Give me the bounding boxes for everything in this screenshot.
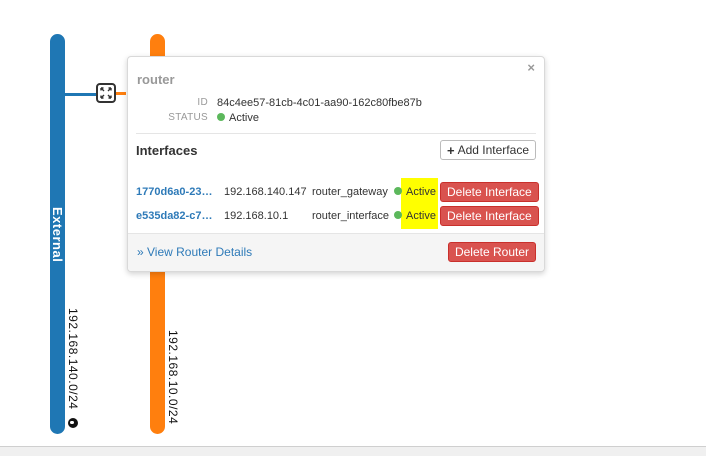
popup-footer: » View Router Details Delete Router <box>128 233 544 271</box>
interface-status-text: Active <box>406 210 436 222</box>
router-id-label: ID <box>197 97 208 108</box>
view-router-details-link[interactable]: » View Router Details <box>137 245 252 259</box>
router-link-external <box>65 93 98 96</box>
network-cidr-internal: 192.168.10.0/24 <box>166 330 180 425</box>
status-dot-icon <box>394 187 402 196</box>
status-dot-icon <box>217 113 225 122</box>
interface-type: router_gateway <box>312 186 388 198</box>
status-dot-icon <box>394 211 402 220</box>
router-icon <box>100 87 112 99</box>
interfaces-title: Interfaces <box>136 143 198 158</box>
network-topology-canvas: External 192.168.140.0/24 192.168.10.0/2… <box>0 0 706 456</box>
plus-icon: + <box>447 142 455 158</box>
interface-status-text: Active <box>406 186 436 198</box>
delete-interface-button[interactable]: Delete Interface <box>440 182 539 202</box>
interface-status: Active <box>394 210 436 222</box>
interface-row: 1770d6a0-23… 192.168.140.147 router_gate… <box>128 181 544 203</box>
divider <box>136 133 536 134</box>
network-name-external: External <box>50 207 65 263</box>
add-interface-label: Add Interface <box>457 143 529 157</box>
router-id-value: 84c4ee57-81cb-4c01-aa90-162c80fbe87b <box>217 97 422 109</box>
router-link-internal <box>116 92 126 95</box>
router-node[interactable] <box>96 83 116 103</box>
router-status-value: Active <box>217 112 259 124</box>
interface-ip: 192.168.140.147 <box>224 186 307 198</box>
interface-row: e535da82-c7… 192.168.10.1 router_interfa… <box>128 205 544 227</box>
add-interface-button[interactable]: + Add Interface <box>440 140 536 160</box>
network-cidr-external: 192.168.140.0/24 <box>66 308 80 410</box>
router-popup: × router ID 84c4ee57-81cb-4c01-aa90-162c… <box>127 56 545 272</box>
close-icon[interactable]: × <box>527 60 535 75</box>
globe-icon <box>68 418 78 428</box>
router-status-label: STATUS <box>168 112 208 123</box>
popup-title: router <box>137 72 175 87</box>
router-status-text: Active <box>229 112 259 124</box>
interface-type: router_interface <box>312 210 390 222</box>
delete-router-button[interactable]: Delete Router <box>447 242 536 262</box>
interface-id-link[interactable]: e535da82-c7… <box>136 210 216 222</box>
interface-ip: 192.168.10.1 <box>224 210 289 222</box>
interface-status: Active <box>394 186 436 198</box>
interface-id-link[interactable]: 1770d6a0-23… <box>136 186 216 198</box>
delete-interface-button[interactable]: Delete Interface <box>440 206 539 226</box>
